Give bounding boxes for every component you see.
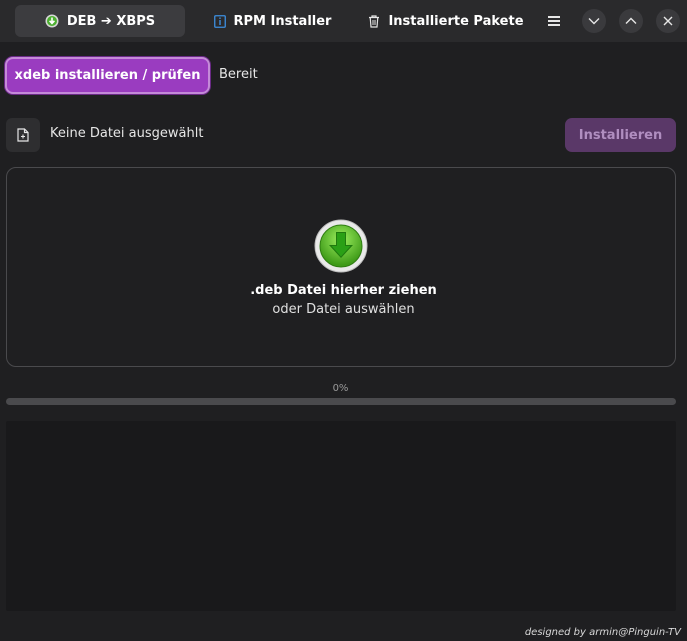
log-output[interactable] <box>6 421 676 611</box>
install-button[interactable]: Installieren <box>565 118 676 152</box>
tab-installed-packages[interactable]: Installierte Pakete <box>360 5 532 37</box>
selected-file-label: Keine Datei ausgewählt <box>50 126 204 141</box>
tab-deb-to-xbps[interactable]: DEB ➔ XBPS <box>15 5 185 37</box>
deb-download-icon <box>45 14 59 28</box>
file-icon <box>17 128 29 142</box>
maximize-button[interactable] <box>619 9 643 33</box>
header-bar: DEB ➔ XBPS RPM Installer Installierte Pa… <box>0 0 687 42</box>
footer-credit: designed by armin@Pinguin-TV <box>524 627 681 638</box>
tab-label: DEB ➔ XBPS <box>66 13 156 29</box>
progress-percent-label: 0% <box>332 383 349 394</box>
drop-zone-subtitle: oder Datei auswählen <box>272 302 415 317</box>
status-label: Bereit <box>219 67 258 82</box>
drop-zone-title: .deb Datei hierher ziehen <box>250 283 437 298</box>
minimize-button[interactable] <box>582 9 606 33</box>
tab-label: RPM Installer <box>233 13 332 29</box>
info-icon <box>213 14 226 28</box>
trash-icon <box>368 14 380 28</box>
tab-label: Installierte Pakete <box>388 13 524 29</box>
choose-file-button[interactable] <box>6 118 40 152</box>
chevron-up-icon <box>625 17 637 24</box>
green-download-icon <box>314 219 368 273</box>
hamburger-menu-button[interactable] <box>541 8 567 34</box>
progress-bar <box>6 398 676 405</box>
chevron-down-icon <box>588 18 600 25</box>
tab-rpm-installer[interactable]: RPM Installer <box>205 5 340 37</box>
close-button[interactable] <box>656 9 680 33</box>
xdeb-install-check-button[interactable]: xdeb installieren / prüfen <box>5 57 210 94</box>
close-icon <box>663 16 673 26</box>
hamburger-menu-icon <box>548 16 560 26</box>
